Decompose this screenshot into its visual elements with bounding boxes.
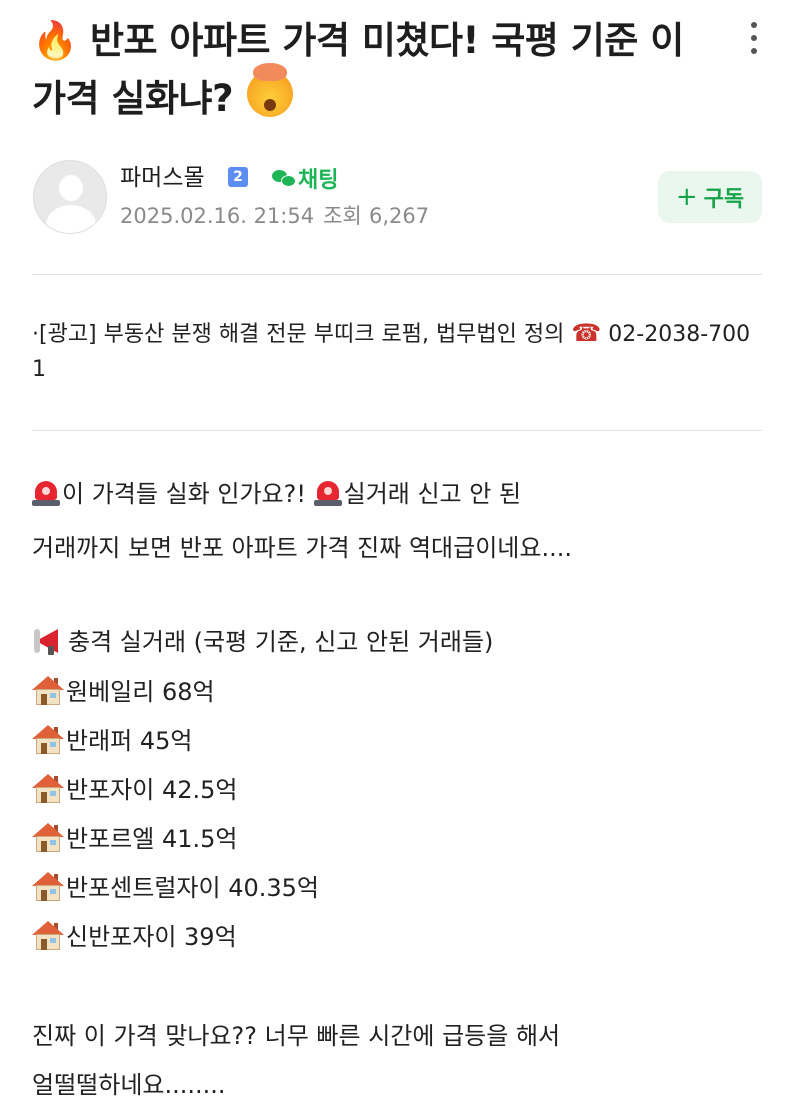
list-item-text: 반포센트럴자이 40.35억 <box>66 874 319 902</box>
divider <box>32 274 762 275</box>
list-item: 원베일리 68억 <box>32 674 215 710</box>
post-title-text: 반포 아파트 가격 미쳤다! 국평 기준 이 가격 실화냐? <box>32 19 684 120</box>
exploding-head-icon <box>247 63 294 117</box>
body-line: 이 가격들 실화 인가요?! 실거래 신고 안 된 <box>32 476 521 512</box>
house-icon <box>32 921 64 951</box>
body-line: 얼떨떨하네요........ <box>32 1067 226 1103</box>
view-count: 6,267 <box>369 204 430 228</box>
chat-label: 채팅 <box>298 168 339 193</box>
house-icon <box>32 872 64 902</box>
subscribe-label: 구독 <box>703 187 745 212</box>
house-icon <box>32 774 64 804</box>
chat-button[interactable]: 채팅 <box>272 162 338 194</box>
heading-text: 충격 실거래 (국평 기준, 신고 안된 거래들) <box>68 628 494 656</box>
author-name[interactable]: 파머스몰 <box>120 162 205 194</box>
body-line: 거래까지 보면 반포 아파트 가격 진짜 역대급이네요.... <box>32 530 572 566</box>
list-item: 신반포자이 39억 <box>32 919 237 955</box>
level-badge: 2 <box>228 167 248 187</box>
divider <box>32 430 762 431</box>
ad-text: ·[광고] 부동산 분쟁 해결 전문 부띠크 로펌, 법무법인 정의 <box>32 322 572 347</box>
fire-icon: 🔥 <box>32 19 78 62</box>
megaphone-icon <box>32 626 66 656</box>
list-item-text: 신반포자이 39억 <box>66 923 237 951</box>
plus-icon: + <box>675 182 698 212</box>
post-meta: 2025.02.16. 21:54 조회 <box>120 201 362 231</box>
list-heading: 충격 실거래 (국평 기준, 신고 안된 거래들) <box>32 624 493 660</box>
avatar[interactable] <box>33 160 107 234</box>
view-count-wrap: 6,267 <box>369 201 429 231</box>
list-item: 반래퍼 45억 <box>32 723 193 759</box>
body-text: 이 가격들 실화 인가요?! <box>62 480 314 508</box>
post-title: 🔥 반포 아파트 가격 미쳤다! 국평 기준 이 가격 실화냐? <box>32 12 712 128</box>
list-item-text: 반래퍼 45억 <box>66 727 193 755</box>
rotating-light-icon <box>32 479 60 507</box>
house-icon <box>32 725 64 755</box>
more-vertical-icon[interactable] <box>742 18 766 58</box>
chat-bubble-icon <box>272 168 296 188</box>
post-date: 2025.02.16. 21:54 <box>120 204 315 228</box>
views-label: 조회 <box>323 204 362 228</box>
list-item: 반포르엘 41.5억 <box>32 821 237 857</box>
list-item-text: 반포자이 42.5억 <box>66 776 238 804</box>
ad-line[interactable]: ·[광고] 부동산 분쟁 해결 전문 부띠크 로펌, 법무법인 정의 ☎ 02-… <box>32 316 760 387</box>
list-item: 반포센트럴자이 40.35억 <box>32 870 319 906</box>
rotating-light-icon <box>313 479 342 507</box>
subscribe-button[interactable]: + 구독 <box>658 171 762 223</box>
body-text: 실거래 신고 안 된 <box>343 480 522 508</box>
body-text: 진짜 이 가격 맞나요?? 너무 빠른 시간에 급등을 해서 <box>32 1022 561 1050</box>
body-text: 얼떨떨하네요........ <box>32 1071 226 1099</box>
house-icon <box>32 676 64 706</box>
telephone-icon: ☎ <box>571 319 602 347</box>
body-text: 거래까지 보면 반포 아파트 가격 진짜 역대급이네요.... <box>32 534 572 562</box>
list-item: 반포자이 42.5억 <box>32 772 237 808</box>
house-icon <box>32 823 64 853</box>
list-item-text: 원베일리 68억 <box>66 678 215 706</box>
body-line: 진짜 이 가격 맞나요?? 너무 빠른 시간에 급등을 해서 <box>32 1018 560 1054</box>
list-item-text: 반포르엘 41.5억 <box>66 825 238 853</box>
